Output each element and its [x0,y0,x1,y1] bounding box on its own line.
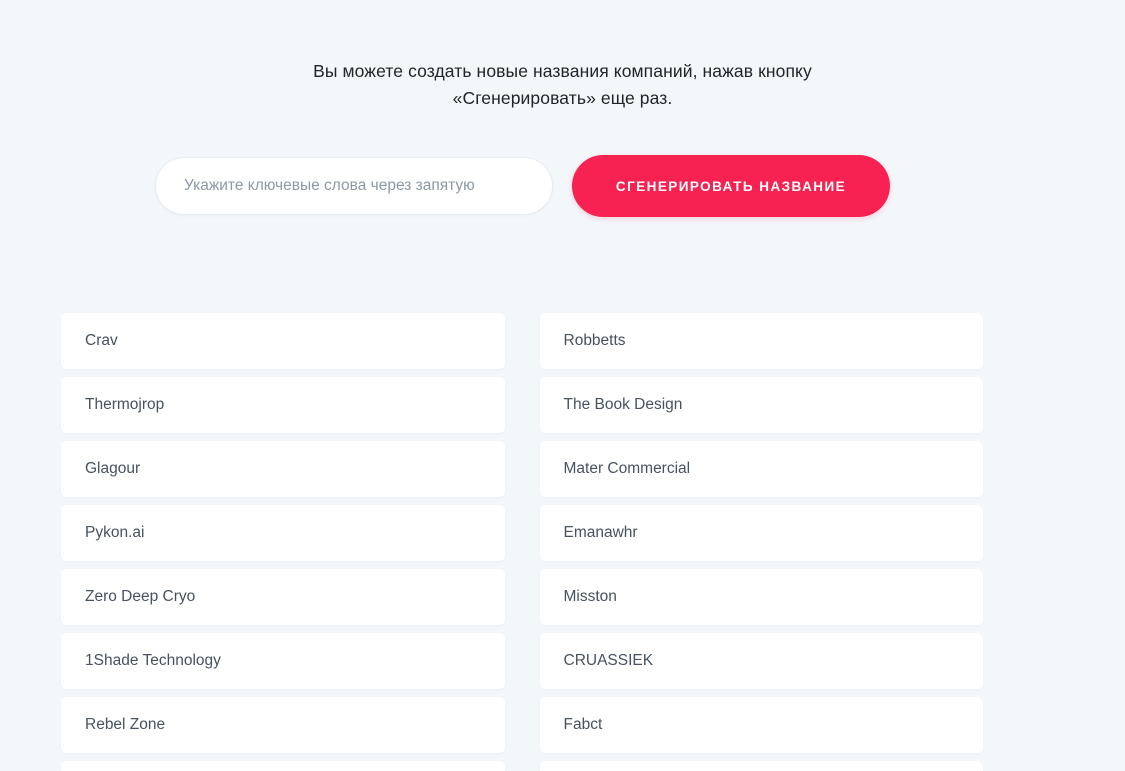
headline-line-1: Вы можете создать новые названия компани… [313,61,812,81]
list-item[interactable]: Fabct [539,697,983,753]
list-item[interactable]: The Book Design [539,377,983,433]
list-item[interactable]: Mater Commercial [539,441,983,497]
list-item[interactable]: Pykon.ai [61,505,505,561]
generator-form: СГЕНЕРИРОВАТЬ НАЗВАНИЕ [155,155,890,217]
results-area: Crav Thermojrop Glagour Pykon.ai Zero De… [61,313,983,771]
list-item[interactable]: Emanawhr [539,505,983,561]
list-item[interactable]: Glagour [61,441,505,497]
list-item[interactable] [61,761,505,771]
list-item[interactable]: Robbetts [539,313,983,369]
list-item[interactable]: Thermojrop [61,377,505,433]
page-headline: Вы можете создать новые названия компани… [0,58,1125,112]
list-item[interactable]: CRUASSIEK [539,633,983,689]
results-column-right: Robbetts The Book Design Mater Commercia… [539,313,983,771]
generate-name-button[interactable]: СГЕНЕРИРОВАТЬ НАЗВАНИЕ [572,155,890,217]
list-item[interactable]: Zero Deep Cryo [61,569,505,625]
list-item[interactable] [539,761,983,771]
keywords-input[interactable] [155,157,553,215]
page-root: Вы можете создать новые названия компани… [0,0,1125,771]
list-item[interactable]: 1Shade Technology [61,633,505,689]
list-item[interactable]: Misston [539,569,983,625]
results-column-left: Crav Thermojrop Glagour Pykon.ai Zero De… [61,313,505,771]
headline-line-2: «Сгенерировать» еще раз. [452,88,673,108]
list-item[interactable]: Crav [61,313,505,369]
list-item[interactable]: Rebel Zone [61,697,505,753]
